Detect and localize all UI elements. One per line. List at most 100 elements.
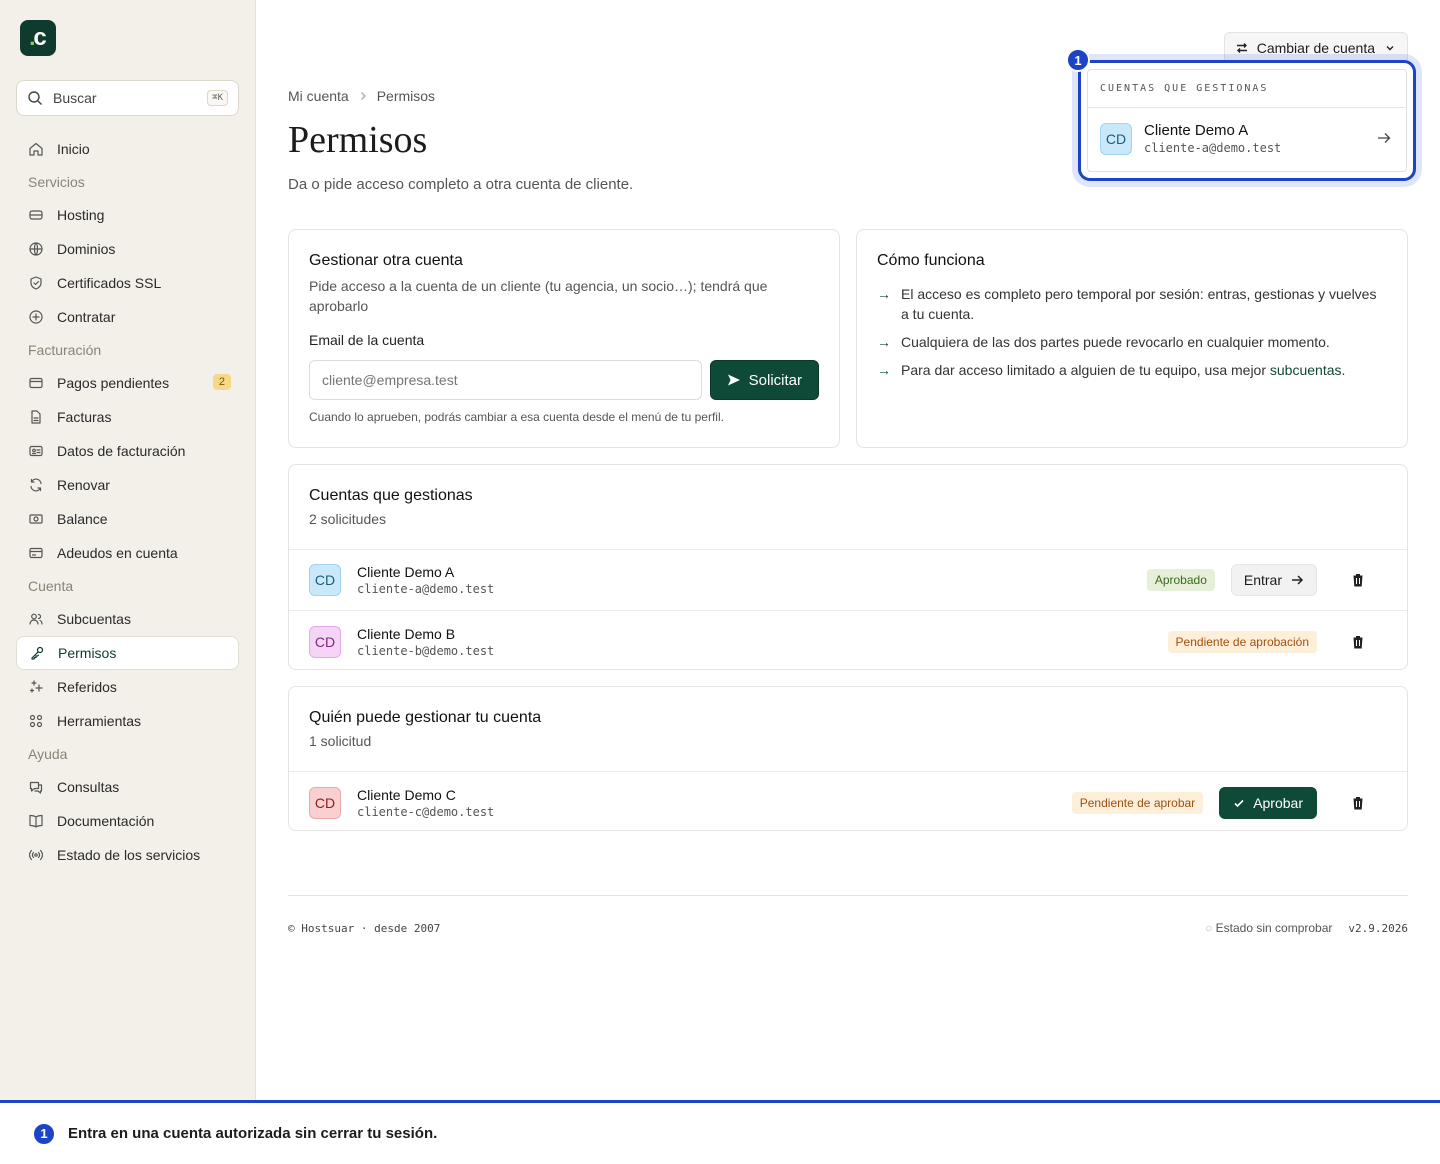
shield-icon	[30, 276, 42, 290]
popover-account-item[interactable]: CD Cliente Demo A cliente-a@demo.test	[1088, 108, 1406, 169]
sidebar-item-certificados-ssl[interactable]: Certificados SSL	[16, 266, 239, 300]
approve-button[interactable]: Aprobar	[1219, 786, 1317, 819]
sidebar-item-label: Dominios	[57, 241, 116, 257]
sidebar-section-label: Facturación	[28, 342, 102, 358]
breadcrumb-link[interactable]: Mi cuenta	[288, 88, 349, 104]
sidebar-item-referidos[interactable]: Referidos	[16, 670, 239, 704]
account-name: Cliente Demo A	[357, 564, 455, 580]
email-field[interactable]	[309, 360, 702, 400]
status-dot-icon: ○	[1205, 921, 1216, 935]
request-card-title: Gestionar otra cuenta	[309, 252, 463, 269]
account-email: cliente-b@demo.test	[357, 643, 495, 658]
avatar: CD	[309, 564, 341, 596]
status-badge: Pendiente de aprobación	[1167, 630, 1317, 653]
arrow-right-icon: →	[877, 334, 891, 350]
sidebar-section-label: Cuenta	[28, 578, 74, 594]
arrow-right-icon: →	[877, 362, 891, 378]
search-placeholder: Buscar	[53, 90, 97, 106]
request-card-desc: Pide acceso a la cuenta de un cliente (t…	[309, 278, 768, 314]
sidebar-item-label: Consultas	[57, 779, 120, 795]
sidebar-item-inicio[interactable]: Inicio	[16, 132, 239, 166]
trash-icon[interactable]	[1349, 633, 1367, 651]
plus-circle-icon	[29, 310, 43, 324]
radio-icon	[29, 849, 43, 861]
server-icon	[29, 210, 43, 220]
request-button[interactable]: Solicitar	[709, 360, 819, 400]
sidebar-item-label: Contratar	[57, 309, 116, 325]
trash-icon[interactable]	[1349, 571, 1367, 589]
managed-title: Cuentas que gestionas	[309, 487, 473, 504]
sidebar-item-label: Balance	[57, 511, 108, 527]
sidebar-item-label: Herramientas	[57, 713, 142, 729]
sidebar-item-dominios[interactable]: Dominios	[16, 232, 239, 266]
sidebar: .c Buscar ⌘K Inicio Servicios Hosting Domin…	[0, 0, 256, 1100]
id-card-icon	[29, 445, 43, 457]
sidebar-section-label: Ayuda	[28, 746, 68, 762]
sidebar-item-permisos[interactable]: Permisos	[16, 636, 239, 670]
trash-icon[interactable]	[1349, 794, 1367, 812]
account-name: Cliente Demo C	[357, 786, 456, 803]
sidebar-item-estado-de-los-servicios[interactable]: Estado de los servicios	[16, 838, 239, 872]
sidebar-item-consultas[interactable]: Consultas	[16, 770, 239, 804]
how-it-works-card: Cómo funciona → El acceso es completo per…	[856, 229, 1408, 448]
request-button-label: Solicitar	[748, 371, 802, 389]
count-badge: 2	[212, 374, 231, 390]
arrow-right-icon: →	[877, 286, 891, 302]
grid-icon	[29, 714, 43, 728]
subaccounts-link[interactable]: subcuentas	[1270, 362, 1342, 378]
sidebar-item-balance[interactable]: Balance	[16, 502, 239, 536]
sidebar-item-label: Documentación	[57, 813, 155, 829]
search-shortcut: ⌘K	[207, 90, 228, 106]
account-email: cliente-c@demo.test	[357, 804, 495, 819]
sidebar-item-hosting[interactable]: Hosting	[16, 198, 239, 232]
account-managers-card: Quién puede gestionar tu cuenta 1 solici…	[288, 686, 1408, 831]
sidebar-item-documentación[interactable]: Documentación	[16, 804, 239, 838]
enter-button[interactable]: Entrar	[1230, 564, 1317, 596]
copyright: © Hostsuar · desde 2007	[288, 922, 441, 935]
service-status[interactable]: ○ Estado sin comprobar	[1205, 921, 1332, 935]
key-icon	[31, 646, 44, 660]
sidebar-item-herramientas[interactable]: Herramientas	[16, 704, 239, 738]
credit-card-icon	[29, 547, 43, 559]
search-input[interactable]: Buscar ⌘K	[16, 80, 239, 116]
sidebar-item-label: Permisos	[58, 645, 117, 661]
sidebar-item-pagos-pendientes[interactable]: Pagos pendientes 2	[16, 366, 239, 400]
sidebar-nav: Inicio Servicios Hosting Dominios Certificad…	[16, 132, 239, 872]
how-point: → El acceso es completo pero temporal por…	[877, 286, 1377, 322]
request-access-card: Gestionar otra cuenta Pide acceso a la c…	[288, 229, 840, 448]
arrow-right-icon	[1378, 133, 1391, 143]
sidebar-item-label: Estado de los servicios	[57, 847, 201, 863]
footer: © Hostsuar · desde 2007 ○ Estado sin com…	[288, 895, 1408, 955]
sidebar-item-datos-de-facturación[interactable]: Datos de facturación	[16, 434, 239, 468]
how-point: → Para dar acceso limitado a alguien de t…	[877, 362, 1346, 378]
how-point: → Cualquiera de las dos partes puede revo…	[877, 334, 1330, 350]
breadcrumb: Mi cuenta Permisos	[288, 88, 435, 104]
switch-account-label: Cambiar de cuenta	[1256, 40, 1375, 56]
avatar: CD	[1100, 122, 1132, 155]
sidebar-item-label: Certificados SSL	[57, 275, 162, 291]
wallet-icon	[29, 377, 43, 389]
table-row: CD Cliente Demo Bcliente-b@demo.test Pen…	[289, 611, 1407, 672]
account-email: cliente-a@demo.test	[1144, 141, 1282, 155]
swap-icon	[1236, 43, 1247, 53]
sidebar-item-label: Facturas	[57, 409, 112, 425]
arrow-right-icon	[1292, 575, 1304, 585]
sidebar-item-facturas[interactable]: Facturas	[16, 400, 239, 434]
sidebar-item-contratar[interactable]: Contratar	[16, 300, 239, 334]
breadcrumb-current: Permisos	[376, 88, 436, 104]
sidebar-item-subcuentas[interactable]: Subcuentas	[16, 602, 239, 636]
account-switcher-popover: CUENTAS QUE GESTIONAS CD Cliente Demo A c…	[1078, 60, 1416, 181]
managers-title: Quién puede gestionar tu cuenta	[309, 709, 542, 726]
avatar: CD	[309, 786, 341, 819]
status-badge: Pendiente de aprobar	[1071, 791, 1204, 814]
file-icon	[31, 410, 41, 424]
sidebar-item-renovar[interactable]: Renovar	[16, 468, 239, 502]
sidebar-item-label: Pagos pendientes	[57, 375, 170, 391]
globe-icon	[29, 242, 43, 256]
table-row: CD Cliente Demo A cliente-a@demo.test Apr…	[289, 550, 1407, 611]
refresh-icon	[30, 478, 42, 492]
page-title: Permisos	[288, 119, 428, 161]
sidebar-item-adeudos-en-cuenta[interactable]: Adeudos en cuenta	[16, 536, 239, 570]
logo[interactable]: .c	[20, 20, 56, 56]
status-badge: Aprobado	[1146, 569, 1215, 591]
